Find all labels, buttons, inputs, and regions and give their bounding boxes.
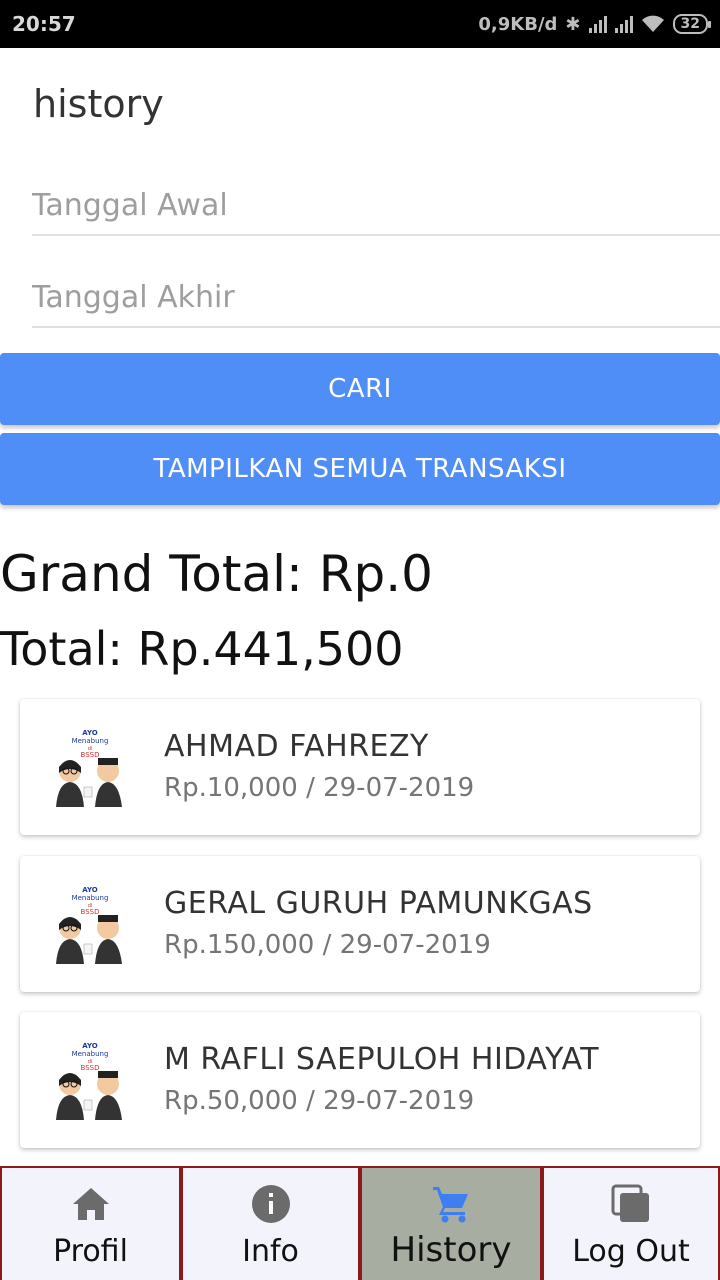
grand-total: Grand Total: Rp.0	[0, 545, 433, 603]
nav-item-profil[interactable]: Profil	[0, 1166, 181, 1280]
total: Total: Rp.441,500	[0, 622, 404, 676]
home-icon	[71, 1184, 111, 1224]
transaction-detail: Rp.10,000 / 29-07-2019	[164, 773, 475, 803]
signal-icon	[588, 15, 607, 33]
transaction-name: AHMAD FAHREZY	[164, 729, 429, 764]
nav-label: Log Out	[572, 1234, 690, 1269]
transaction-card[interactable]: AYO Menabung di BSSD AHMAD FAHREZY Rp.10,00…	[20, 699, 700, 835]
transaction-detail: Rp.50,000 / 29-07-2019	[164, 1086, 475, 1116]
app-logo-icon: AYO Menabung di BSSD	[50, 1040, 130, 1120]
transaction-card[interactable]: AYO Menabung di BSSD GERAL GURUH PAMUNKGAS …	[20, 856, 700, 992]
app-logo-icon: AYO Menabung di BSSD	[50, 884, 130, 964]
bluetooth-icon: ✱	[565, 13, 581, 35]
svg-text:Menabung: Menabung	[72, 1050, 109, 1058]
svg-text:AYO: AYO	[82, 1042, 98, 1050]
nav-item-info[interactable]: Info	[181, 1166, 360, 1280]
transaction-card[interactable]: AYO Menabung di BSSD M RAFLI SAEPULOH HIDAY…	[20, 1012, 700, 1148]
transaction-name: M RAFLI SAEPULOH HIDAYAT	[164, 1042, 600, 1077]
net-speed: 0,9KB/d	[478, 13, 558, 35]
search-button[interactable]: CARI	[0, 353, 720, 425]
transaction-detail: Rp.150,000 / 29-07-2019	[164, 930, 491, 960]
transaction-name: GERAL GURUH PAMUNKGAS	[164, 886, 593, 921]
copy-icon	[611, 1184, 651, 1224]
svg-text:BSSD: BSSD	[81, 908, 100, 916]
status-bar: 20:57 0,9KB/d ✱ 32	[0, 0, 720, 48]
svg-text:Menabung: Menabung	[72, 894, 109, 902]
nav-label: Profil	[53, 1234, 128, 1269]
svg-text:BSSD: BSSD	[81, 1064, 100, 1072]
nav-label: History	[390, 1230, 512, 1270]
svg-text:AYO: AYO	[82, 886, 98, 894]
show-all-transactions-button[interactable]: TAMPILKAN SEMUA TRANSAKSI	[0, 433, 720, 505]
battery-icon: 32	[672, 14, 712, 34]
svg-text:AYO: AYO	[82, 729, 98, 737]
signal-icon-2	[614, 15, 633, 33]
bottom-navigation: Profil Info History Log Out	[0, 1166, 720, 1280]
status-icons: 0,9KB/d ✱ 32	[478, 13, 712, 35]
end-date-input[interactable]	[32, 268, 720, 328]
start-date-input[interactable]	[32, 176, 720, 236]
app-logo-icon: AYO Menabung di BSSD	[50, 727, 130, 807]
wifi-icon	[641, 15, 664, 32]
svg-text:BSSD: BSSD	[81, 751, 100, 759]
page-title: history	[33, 82, 164, 126]
nav-label: Info	[242, 1234, 299, 1269]
svg-text:Menabung: Menabung	[72, 737, 109, 745]
status-time: 20:57	[12, 12, 76, 36]
info-icon	[251, 1184, 291, 1224]
nav-item-logout[interactable]: Log Out	[542, 1166, 720, 1280]
nav-item-history[interactable]: History	[360, 1166, 542, 1280]
cart-icon	[431, 1184, 471, 1224]
